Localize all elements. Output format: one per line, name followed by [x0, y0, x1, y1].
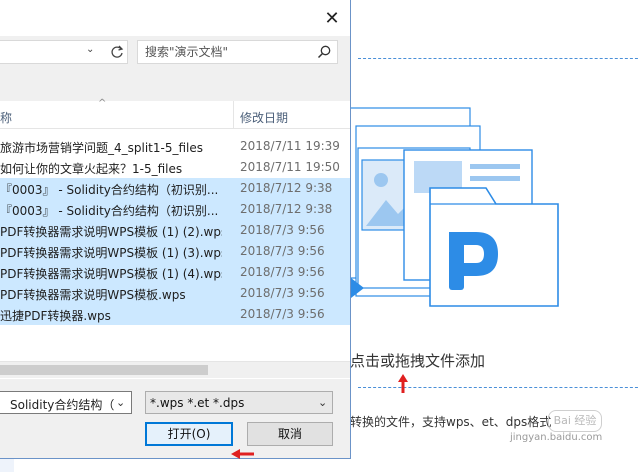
- search-input[interactable]: [145, 44, 305, 60]
- file-modified-date: 2018/7/11 19:39: [240, 139, 340, 153]
- file-modified-date: 2018/7/12 9:38: [240, 181, 333, 195]
- file-name: 『0003』 - Solidity合约结构（初识别...: [0, 204, 219, 218]
- file-type-select[interactable]: *.wps *.et *.dps ⌄: [145, 391, 333, 414]
- file-name: PDF转换器需求说明WPS模板 (1) (2).wps: [0, 225, 222, 239]
- horizontal-scrollbar[interactable]: [0, 361, 350, 378]
- file-name: PDF转换器需求说明WPS模板 (1) (3).wps: [0, 246, 222, 260]
- file-type-value: *.wps *.et *.dps: [150, 396, 245, 410]
- column-header-row: ^ 称 修改日期: [0, 98, 350, 129]
- file-row[interactable]: 旅游市场营销学问题_4_split1-5_files 2018/7/11 19:3…: [0, 136, 350, 157]
- drop-zone-label[interactable]: 点击或拖拽文件添加: [350, 350, 485, 371]
- refresh-icon: [111, 45, 124, 58]
- file-row[interactable]: 『0003』 - Solidity合约结构（初识别... 2018/7/12 9:…: [0, 178, 350, 199]
- file-modified-date: 2018/7/12 9:38: [240, 202, 333, 216]
- refresh-button[interactable]: [106, 40, 128, 64]
- dialog-toolbar: ?: [0, 73, 350, 168]
- file-row[interactable]: PDF转换器需求说明WPS模板 (1) (2).wps 2018/7/3 9:56: [0, 220, 350, 241]
- file-row[interactable]: 迅捷PDF转换器.wps 2018/7/3 9:56: [0, 304, 350, 325]
- file-name: 如何让你的文章火起来？1-5_files: [0, 162, 183, 176]
- file-list: ^ 称 修改日期 旅游市场营销学问题_4_split1-5_files 2018/…: [0, 98, 350, 379]
- column-name-header[interactable]: 称: [0, 109, 12, 126]
- watermark-logo: Bai 经验: [548, 410, 602, 432]
- file-name: 『0003』 - Solidity合约结构（初识别...: [0, 183, 219, 197]
- file-modified-date: 2018/7/3 9:56: [240, 265, 325, 279]
- file-name-value[interactable]: Solidity合约结构（: [10, 396, 114, 413]
- screen: 点击或拖拽文件添加 转换的文件，支持wps、et、dps格式 Bai 经验 ji…: [0, 0, 638, 472]
- drop-zone-description: 转换的文件，支持wps、et、dps格式: [350, 415, 552, 429]
- file-name: 迅捷PDF转换器.wps: [0, 309, 111, 323]
- file-name: PDF转换器需求说明WPS模板 (1) (4).wps: [0, 267, 222, 281]
- file-row[interactable]: PDF转换器需求说明WPS模板 (1) (4).wps 2018/7/3 9:56: [0, 262, 350, 283]
- cancel-button[interactable]: 取消: [247, 422, 333, 446]
- file-row[interactable]: PDF转换器需求说明WPS模板 (1) (3).wps 2018/7/3 9:56: [0, 241, 350, 262]
- chevron-down-icon[interactable]: ⌄: [116, 396, 125, 409]
- column-date-header[interactable]: 修改日期: [240, 109, 288, 126]
- file-modified-date: 2018/7/3 9:56: [240, 307, 325, 321]
- file-row[interactable]: 如何让你的文章火起来？1-5_files 2018/7/11 19:50: [0, 157, 350, 178]
- open-file-dialog: ✕ ⌄ 搜索"演示文档" ^ 称 修改日期 旅游市场营销学问题_4_split1…: [0, 0, 351, 459]
- file-modified-date: 2018/7/3 9:56: [240, 244, 325, 258]
- annotation-arrow-up: [398, 374, 408, 393]
- file-name-field[interactable]: Solidity合约结构（ ⌄: [0, 391, 132, 414]
- file-row[interactable]: 『0003』 - Solidity合约结构（初识别... 2018/7/12 9:…: [0, 199, 350, 220]
- column-divider[interactable]: [233, 101, 234, 129]
- drop-zone-frame[interactable]: [358, 58, 638, 388]
- scrollbar-thumb[interactable]: [0, 365, 208, 375]
- dialog-title-bar: ✕: [0, 0, 350, 36]
- open-button[interactable]: 打开(O): [145, 422, 233, 446]
- watermark-text: jingyan.baidu.com: [510, 432, 603, 443]
- chevron-down-icon[interactable]: ⌄: [318, 396, 327, 409]
- file-name: 旅游市场营销学问题_4_split1-5_files: [0, 141, 204, 155]
- close-button[interactable]: ✕: [322, 9, 342, 29]
- sort-ascending-icon: ^: [98, 98, 107, 109]
- file-modified-date: 2018/7/3 9:56: [240, 223, 325, 237]
- file-rows: 旅游市场营销学问题_4_split1-5_files 2018/7/11 19:3…: [0, 136, 350, 325]
- annotation-arrow-left: [231, 449, 254, 459]
- file-name: PDF转换器需求说明WPS模板.wps: [0, 288, 186, 302]
- file-modified-date: 2018/7/11 19:50: [240, 160, 340, 174]
- search-icon[interactable]: [316, 44, 332, 60]
- file-modified-date: 2018/7/3 9:56: [240, 286, 325, 300]
- file-row[interactable]: PDF转换器需求说明WPS模板.wps 2018/7/3 9:56: [0, 283, 350, 304]
- search-field[interactable]: [137, 40, 338, 64]
- chevron-down-icon[interactable]: ⌄: [86, 44, 94, 55]
